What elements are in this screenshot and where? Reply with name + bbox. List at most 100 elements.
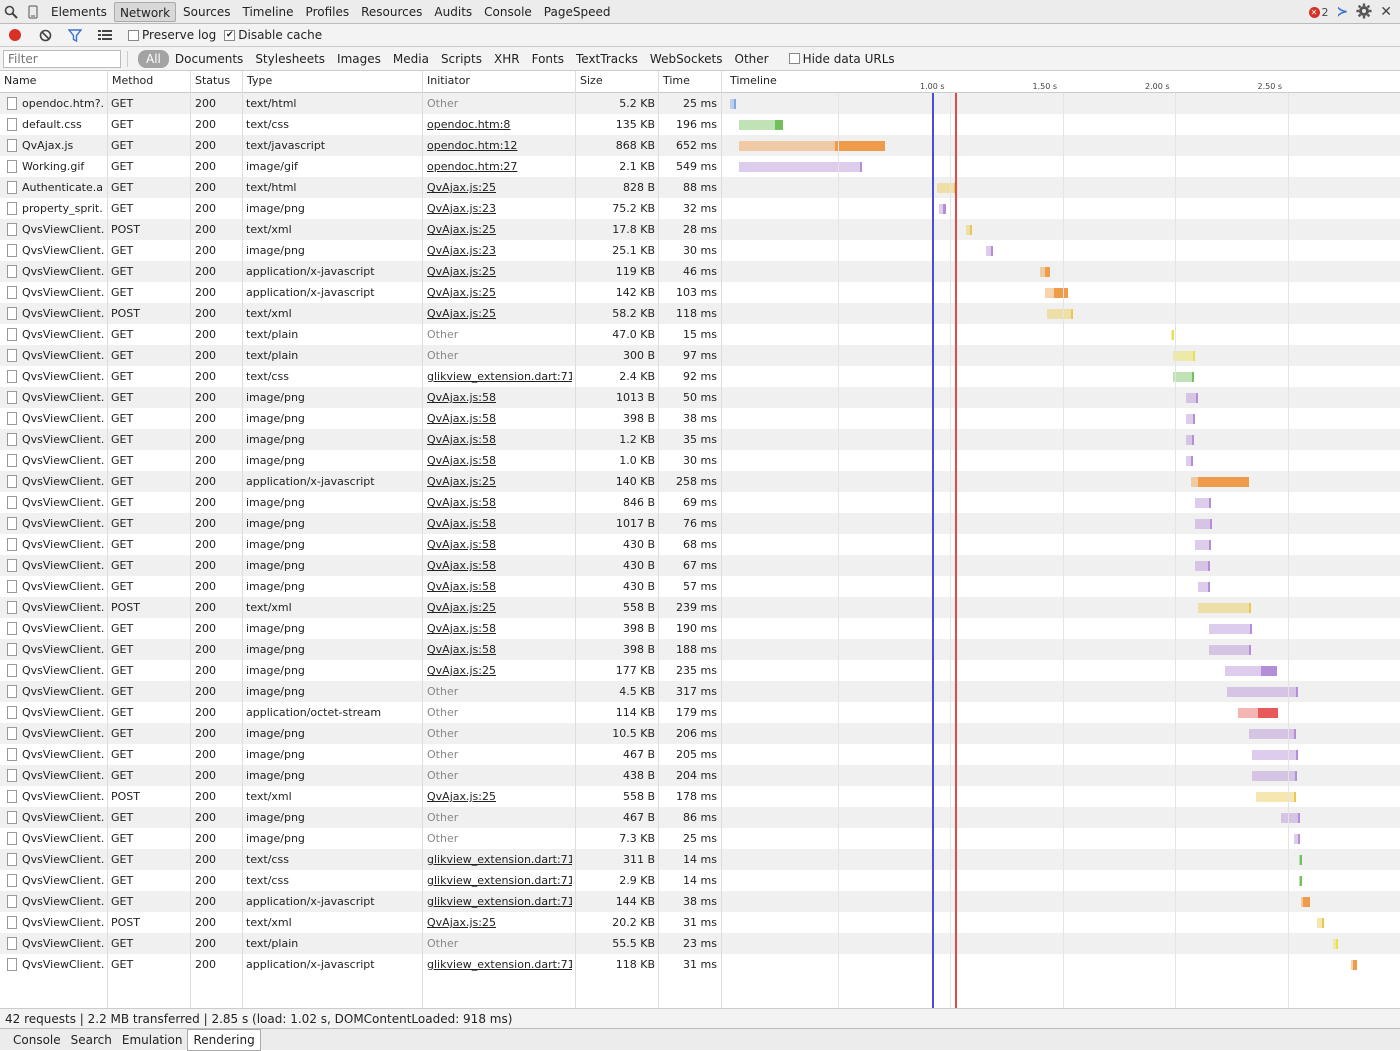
filter-xhr[interactable]: XHR: [488, 50, 526, 68]
filter-all[interactable]: All: [138, 49, 169, 68]
timeline-bar[interactable]: [1046, 309, 1074, 319]
table-row[interactable]: QvsViewClient... GET 200 application/x-java…: [0, 282, 1400, 303]
table-row[interactable]: QvsViewClient... GET 200 application/x-java…: [0, 261, 1400, 282]
filter-texttracks[interactable]: TextTracks: [570, 50, 644, 68]
cell-initiator[interactable]: QvAjax.js:58: [427, 387, 572, 408]
cell-initiator[interactable]: QvAjax.js:25: [427, 660, 572, 681]
cell-initiator[interactable]: glikview_extension.dart:71: [427, 954, 572, 975]
table-row[interactable]: QvsViewClient... POST 200 text/xml QvAjax.js…: [0, 597, 1400, 618]
header-time[interactable]: Time: [659, 71, 690, 93]
table-row[interactable]: default.css GET 200 text/css opendoc.htm:8 13…: [0, 114, 1400, 135]
cell-initiator[interactable]: QvAjax.js:58: [427, 618, 572, 639]
header-initiator[interactable]: Initiator: [423, 71, 470, 93]
cell-initiator[interactable]: QvAjax.js:25: [427, 177, 572, 198]
header-status[interactable]: Status: [191, 71, 230, 93]
timeline-bar[interactable]: [1195, 540, 1211, 550]
filter-images[interactable]: Images: [331, 50, 387, 68]
cell-initiator[interactable]: QvAjax.js:58: [427, 513, 572, 534]
cell-initiator[interactable]: QvAjax.js:23: [427, 240, 572, 261]
table-row[interactable]: QvsViewClient... GET 200 text/css glikview_e…: [0, 870, 1400, 891]
timeline-bar[interactable]: [738, 162, 863, 172]
tab-sources[interactable]: Sources: [178, 2, 235, 22]
cell-initiator[interactable]: QvAjax.js:25: [427, 912, 572, 933]
filter-documents[interactable]: Documents: [169, 50, 249, 68]
preserve-log-checkbox[interactable]: Preserve log: [128, 28, 216, 42]
device-mode-icon[interactable]: [22, 1, 44, 23]
timeline-bar[interactable]: [1294, 834, 1300, 844]
timeline-bar[interactable]: [1301, 897, 1310, 907]
table-row[interactable]: QvsViewClient... GET 200 image/png QvAjax.js…: [0, 450, 1400, 471]
filter-other[interactable]: Other: [729, 50, 775, 68]
cell-initiator[interactable]: QvAjax.js:58: [427, 408, 572, 429]
timeline-bar[interactable]: [1195, 519, 1213, 529]
table-row[interactable]: QvsViewClient... GET 200 image/png QvAjax.js…: [0, 555, 1400, 576]
timeline-bar[interactable]: [1044, 288, 1068, 298]
table-row[interactable]: QvsViewClient... GET 200 image/png QvAjax.js…: [0, 492, 1400, 513]
timeline-bar[interactable]: [1186, 393, 1198, 403]
table-row[interactable]: QvsViewClient... GET 200 image/png QvAjax.js…: [0, 429, 1400, 450]
table-row[interactable]: QvsViewClient... GET 200 application/x-java…: [0, 471, 1400, 492]
header-size[interactable]: Size: [576, 71, 603, 93]
timeline-bar[interactable]: [1298, 855, 1302, 865]
hide-data-urls-box[interactable]: [788, 53, 800, 64]
timeline-bar[interactable]: [1186, 414, 1195, 424]
tab-pagespeed[interactable]: PageSpeed: [539, 2, 616, 22]
timeline-bar[interactable]: [938, 204, 946, 214]
table-row[interactable]: QvsViewClient... GET 200 image/png QvAjax.js…: [0, 639, 1400, 660]
filter-scripts[interactable]: Scripts: [435, 50, 488, 68]
table-row[interactable]: QvsViewClient... GET 200 text/plain Other 47.…: [0, 324, 1400, 345]
timeline-bar[interactable]: [1251, 750, 1298, 760]
table-row[interactable]: opendoc.htm?... GET 200 text/html Other 5.2 K…: [0, 93, 1400, 114]
timeline-bar[interactable]: [738, 120, 783, 130]
table-row[interactable]: QvsViewClient... GET 200 image/png Other 7.3 …: [0, 828, 1400, 849]
timeline-bar[interactable]: [1195, 561, 1211, 571]
filter-fonts[interactable]: Fonts: [526, 50, 570, 68]
table-row[interactable]: QvsViewClient... GET 200 image/png QvAjax.js…: [0, 513, 1400, 534]
tab-audits[interactable]: Audits: [429, 2, 477, 22]
cell-initiator[interactable]: glikview_extension.dart:71: [427, 870, 572, 891]
filter-media[interactable]: Media: [387, 50, 435, 68]
filter-stylesheets[interactable]: Stylesheets: [249, 50, 331, 68]
table-row[interactable]: QvsViewClient... GET 200 image/png QvAjax.js…: [0, 387, 1400, 408]
cell-initiator[interactable]: QvAjax.js:58: [427, 576, 572, 597]
timeline-bar[interactable]: [1238, 708, 1279, 718]
timeline-bar[interactable]: [1256, 792, 1297, 802]
cell-initiator[interactable]: QvAjax.js:25: [427, 303, 572, 324]
table-row[interactable]: QvsViewClient... GET 200 text/css glikview_e…: [0, 366, 1400, 387]
cell-initiator[interactable]: QvAjax.js:58: [427, 492, 572, 513]
timeline-bar[interactable]: [1280, 813, 1301, 823]
timeline-bar[interactable]: [738, 141, 885, 151]
timeline-bar[interactable]: [1316, 918, 1324, 928]
drawer-tab-emulation[interactable]: Emulation: [117, 1030, 188, 1050]
drawer-tab-console[interactable]: Console: [8, 1030, 66, 1050]
timeline-bar[interactable]: [1195, 498, 1211, 508]
drawer-tab-rendering[interactable]: Rendering: [187, 1028, 261, 1051]
cell-initiator[interactable]: QvAjax.js:25: [427, 786, 572, 807]
preserve-log-box[interactable]: [128, 29, 139, 41]
cell-initiator[interactable]: opendoc.htm:8: [427, 114, 572, 135]
gear-icon[interactable]: [1356, 3, 1372, 22]
table-row[interactable]: QvsViewClient... GET 200 text/plain Other 55.…: [0, 933, 1400, 954]
error-badge[interactable]: ✕ 2: [1308, 6, 1329, 19]
table-row[interactable]: QvsViewClient... GET 200 image/png Other 467 …: [0, 744, 1400, 765]
table-row[interactable]: QvAjax.js GET 200 text/javascript opendoc.ht…: [0, 135, 1400, 156]
cell-initiator[interactable]: QvAjax.js:58: [427, 555, 572, 576]
timeline-bar[interactable]: [729, 99, 737, 109]
timeline-bar[interactable]: [1332, 939, 1338, 949]
search-icon[interactable]: [0, 1, 22, 23]
cell-initiator[interactable]: glikview_extension.dart:71: [427, 849, 572, 870]
timeline-bar[interactable]: [1208, 624, 1252, 634]
table-row[interactable]: QvsViewClient... POST 200 text/xml QvAjax.js…: [0, 786, 1400, 807]
timeline-bar[interactable]: [1208, 645, 1252, 655]
drawer-tab-search[interactable]: Search: [66, 1030, 117, 1050]
cell-initiator[interactable]: QvAjax.js:58: [427, 429, 572, 450]
cell-initiator[interactable]: glikview_extension.dart:71: [427, 366, 572, 387]
timeline-bar[interactable]: [1298, 876, 1302, 886]
table-row[interactable]: QvsViewClient... GET 200 image/png Other 4.5 …: [0, 681, 1400, 702]
close-icon[interactable]: ✕: [1380, 4, 1392, 20]
large-rows-button[interactable]: [90, 24, 120, 46]
header-type[interactable]: Type: [243, 71, 272, 93]
timeline-bar[interactable]: [1224, 666, 1278, 676]
timeline-bar[interactable]: [1186, 456, 1193, 466]
filter-toggle-button[interactable]: [60, 24, 90, 46]
